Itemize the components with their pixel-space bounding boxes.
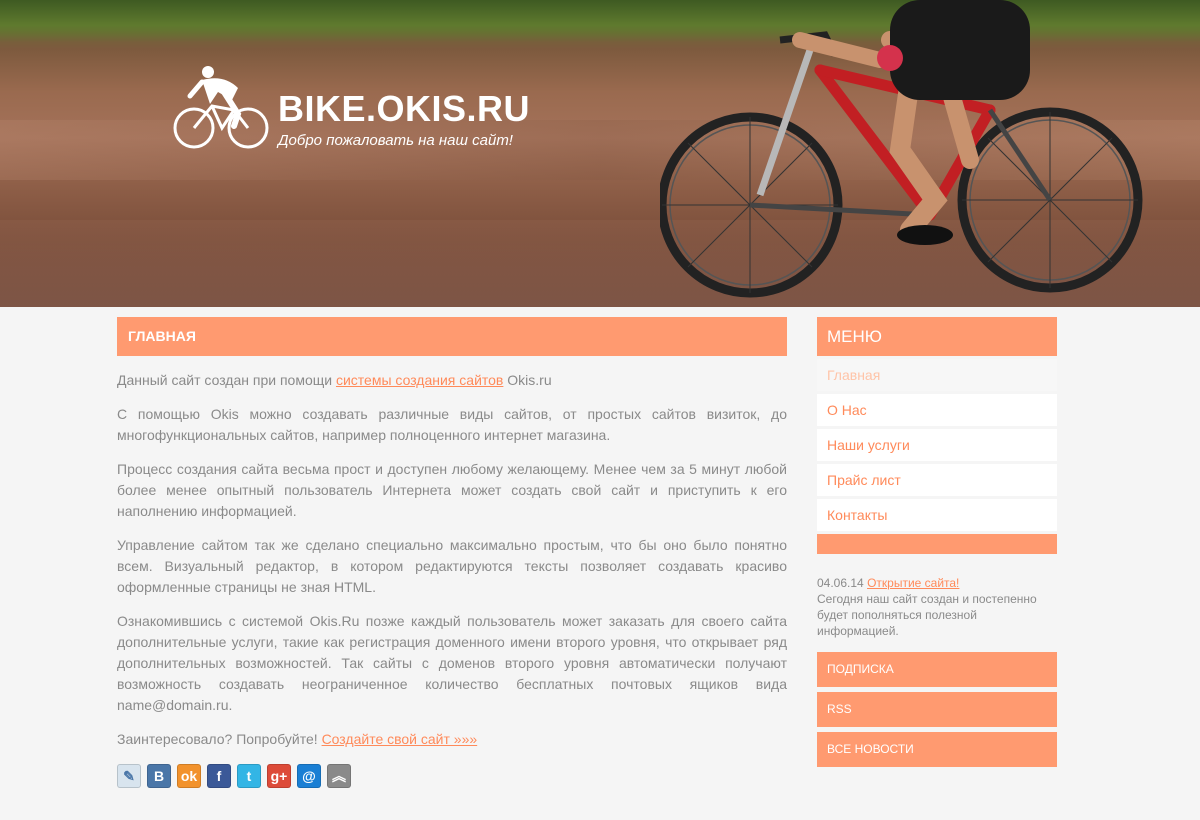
- paragraph-2: С помощью Okis можно создавать различные…: [117, 406, 787, 443]
- intro-text: Данный сайт создан при помощи: [117, 372, 336, 388]
- page-title: ГЛАВНАЯ: [117, 317, 787, 356]
- news-block: 04.06.14 Открытие сайта! Сегодня наш сай…: [817, 575, 1057, 639]
- paragraph-cta: Заинтересовало? Попробуйте! Создайте сво…: [117, 729, 787, 750]
- paragraph-3: Процесс создания сайта весьма прост и до…: [117, 461, 787, 519]
- cyclist-photo: [660, 0, 1143, 298]
- sidebar: МЕНЮ Главная О Нас Наши услуги Прайс лис…: [817, 317, 1057, 767]
- facebook-icon[interactable]: f: [207, 764, 231, 788]
- social-share-bar: ✎ Вok f t g+ @ ︽: [117, 764, 787, 788]
- menu-item-contacts[interactable]: Контакты: [817, 499, 1057, 531]
- menu-item-home[interactable]: Главная: [817, 359, 1057, 391]
- menu-item-services[interactable]: Наши услуги: [817, 429, 1057, 461]
- news-date: 04.06.14: [817, 576, 864, 590]
- twitter-icon[interactable]: t: [237, 764, 261, 788]
- news-link[interactable]: Открытие сайта!: [867, 576, 959, 590]
- odnoklassniki-icon[interactable]: ok: [177, 764, 201, 788]
- main-content: ГЛАВНАЯ Данный сайт создан при помощи си…: [117, 317, 787, 788]
- subscribe-button[interactable]: ПОДПИСКА: [817, 652, 1057, 687]
- menu-footer-bar: [817, 534, 1057, 554]
- livejournal-icon[interactable]: ✎: [117, 764, 141, 788]
- cta-text: Заинтересовало? Попробуйте!: [117, 731, 322, 747]
- site-logo[interactable]: BIKE.OKIS.RU Добро пожаловать на наш сай…: [172, 66, 532, 156]
- site-title: BIKE.OKIS.RU: [278, 88, 531, 129]
- paragraph-intro: Данный сайт создан при помощи системы со…: [117, 370, 787, 391]
- more-icon[interactable]: ︽: [327, 764, 351, 788]
- cyclist-logo-icon: [173, 66, 269, 149]
- mail-ru-icon[interactable]: @: [297, 764, 321, 788]
- site-builder-link[interactable]: системы создания сайтов: [336, 372, 503, 388]
- paragraph-4: Управление сайтом так же сделано специал…: [117, 537, 787, 595]
- intro-text-end: Okis.ru: [503, 372, 552, 388]
- create-site-link[interactable]: Создайте свой сайт »»»: [322, 731, 478, 747]
- all-news-button[interactable]: ВСЕ НОВОСТИ: [817, 732, 1057, 767]
- news-text: Сегодня наш сайт создан и постепенно буд…: [817, 592, 1037, 638]
- site-subtitle: Добро пожаловать на наш сайт!: [278, 132, 513, 149]
- menu-title: МЕНЮ: [817, 317, 1057, 356]
- paragraph-5: Ознакомившись с системой Okis.Ru позже к…: [117, 613, 787, 713]
- header-banner: BIKE.OKIS.RU Добро пожаловать на наш сай…: [0, 0, 1200, 307]
- menu-item-about[interactable]: О Нас: [817, 394, 1057, 426]
- vkontakte-icon[interactable]: В: [147, 764, 171, 788]
- menu-item-price-list[interactable]: Прайс лист: [817, 464, 1057, 496]
- google-plus-icon[interactable]: g+: [267, 764, 291, 788]
- rss-button[interactable]: RSS: [817, 692, 1057, 727]
